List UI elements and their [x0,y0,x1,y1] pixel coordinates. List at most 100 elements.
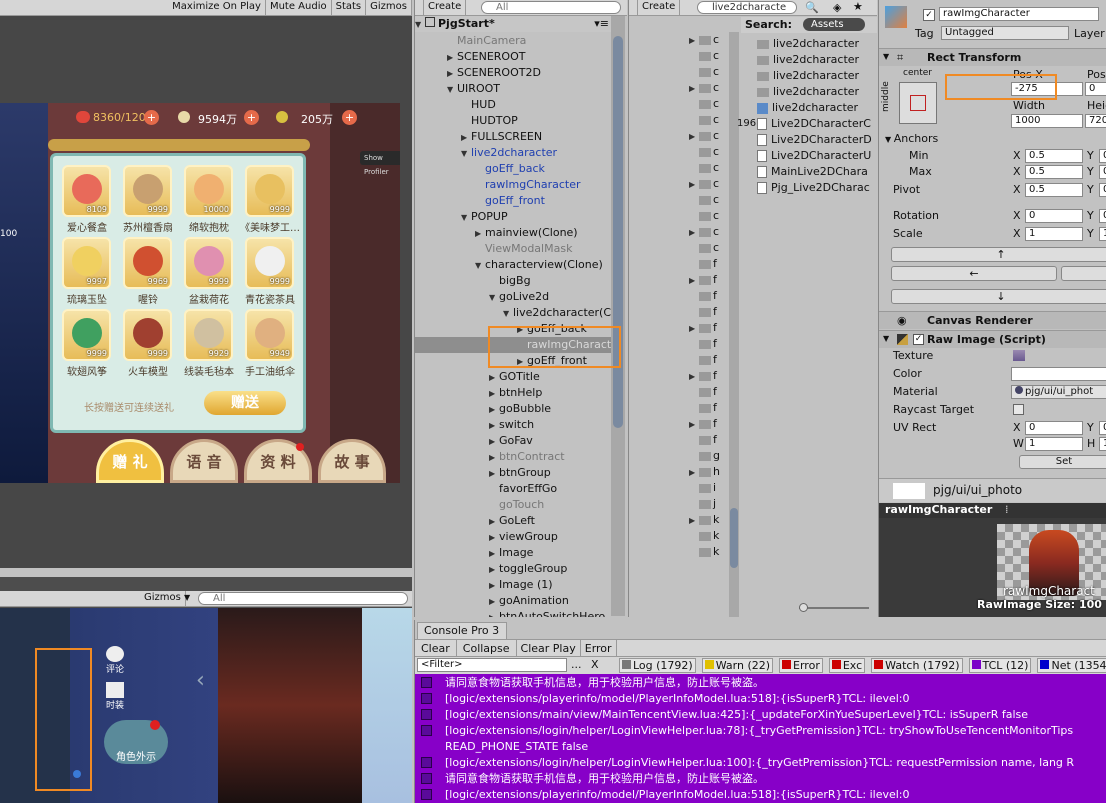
hierarchy-item[interactable]: ▼ live2dcharacter [415,145,611,161]
hierarchy-item[interactable]: ▶ btnHelp [415,385,611,401]
anchors-foldout[interactable]: ▼ Anchors [885,132,938,145]
console-filter-input[interactable]: <Filter> [417,658,567,672]
preview-dots-icon[interactable]: ⁞ [1005,503,1009,516]
hierarchy-item[interactable]: ▶ Image [415,545,611,561]
hierarchy-foldout-icon[interactable]: ▼ [475,258,485,274]
gift-item[interactable]: 9997 [62,237,111,289]
hierarchy-item[interactable]: ▶ switch [415,417,611,433]
hierarchy-item[interactable]: ▶ viewGroup [415,529,611,545]
search-result-item[interactable]: MainLive2DChara [741,164,877,180]
folder-foldout-icon[interactable]: ▶ [689,465,699,481]
console-count-toggle[interactable]: Watch (1792) [871,658,963,673]
add-currency-1-button[interactable]: + [144,110,159,125]
folder-foldout-icon[interactable]: ▶ [689,369,699,385]
gift-item[interactable]: 9969 [123,237,172,289]
console-count-toggle[interactable]: Net (1354) [1037,658,1106,673]
hierarchy-item[interactable]: ▼ POPUP [415,209,611,225]
folder-foldout-icon[interactable]: ▶ [689,81,699,97]
project-search-input[interactable]: live2dcharacte [697,1,797,14]
texture-field[interactable] [1013,350,1025,361]
hierarchy-foldout-icon[interactable]: ▶ [489,594,499,610]
hierarchy-item[interactable]: favorEffGo [415,481,611,497]
hierarchy-foldout-icon[interactable]: ▶ [489,402,499,418]
project-folder[interactable]: ▶ f [689,368,717,384]
project-folder[interactable]: ▶ c [689,176,719,192]
hierarchy-item[interactable]: ▼ UIROOT [415,81,611,97]
project-folder[interactable]: f [689,400,717,416]
project-create-button[interactable]: Create [637,0,681,15]
hierarchy-item[interactable]: ▶ btnContract [415,449,611,465]
hierarchy-search-input[interactable]: All [481,1,621,14]
gift-item[interactable]: 9999 [62,309,111,361]
vector-x-field[interactable]: 0 [1025,209,1083,223]
maximize-on-play-button[interactable]: Maximize On Play [168,0,266,15]
project-folder[interactable]: ▶ f [689,320,717,336]
comment-icon[interactable] [106,646,124,662]
hierarchy-item[interactable]: ▶ FULLSCREEN [415,129,611,145]
hierarchy-item[interactable]: ▶ GOTitle [415,369,611,385]
anchor-preset-button[interactable] [899,82,937,124]
hierarchy-item[interactable]: ▶ SCENEROOT2D [415,65,611,81]
hierarchy-foldout-icon[interactable]: ▶ [461,130,471,146]
hierarchy-foldout-icon[interactable]: ▼ [489,290,499,306]
hierarchy-item[interactable]: bigBg [415,273,611,289]
vector-x-field[interactable]: 1 [1025,227,1083,241]
hierarchy-foldout-icon[interactable]: ▶ [489,578,499,594]
raycast-checkbox[interactable] [1013,404,1024,415]
hierarchy-foldout-icon[interactable]: ▶ [447,66,457,82]
console-count-toggle[interactable]: TCL (12) [968,658,1032,673]
gift-tab[interactable]: 赠 礼 [96,439,164,483]
hierarchy-create-button[interactable]: Create [423,0,467,15]
project-folder[interactable]: k [689,528,719,544]
vector-x-field[interactable]: 0.5 [1025,165,1083,179]
hierarchy-item[interactable]: ▶ SCENEROOT [415,49,611,65]
console-collapse-button[interactable]: Collapse [457,640,517,657]
hierarchy-item[interactable]: ▶ goAnimation [415,593,611,609]
project-lock-icon[interactable]: 🔍 [805,1,819,14]
vector-y-field[interactable]: 0 [1099,165,1106,179]
vector-y-field[interactable]: 0 [1099,149,1106,163]
add-currency-3-button[interactable]: + [342,110,357,125]
console-filter-clear-button[interactable]: X [591,658,599,671]
scene-gizmos-dropdown-icon[interactable]: ▼ [184,593,190,602]
hierarchy-foldout-icon[interactable]: ▶ [489,562,499,578]
project-folder[interactable]: f [689,432,717,448]
hierarchy-item[interactable]: goEff_front [415,193,611,209]
gizmos-button[interactable]: Gizmos [366,0,412,15]
hierarchy-item[interactable]: ▶ Image (1) [415,577,611,593]
hierarchy-item[interactable]: MainCamera [415,33,611,49]
gift-item[interactable]: 9999 [123,165,172,217]
project-folder[interactable]: f [689,288,717,304]
gift-tab[interactable]: 故 事 [318,439,386,483]
hierarchy-item[interactable]: goTouch [415,497,611,513]
mute-audio-button[interactable]: Mute Audio [266,0,332,15]
project-folder[interactable]: c [689,160,719,176]
scene-search-input[interactable]: All [198,592,408,605]
nudge-right-button[interactable] [1061,266,1106,281]
nudge-up-button[interactable]: ↑ [891,247,1106,262]
hierarchy-item[interactable]: ▶ mainview(Clone) [415,225,611,241]
folder-foldout-icon[interactable]: ▶ [689,513,699,529]
rect-transform-header[interactable]: ▼ ⌗ Rect Transform [879,48,1106,66]
project-folder[interactable]: c [689,96,719,112]
gift-item[interactable]: 9999 [184,237,233,289]
hierarchy-item[interactable]: ▼ goLive2d [415,289,611,305]
hierarchy-item[interactable]: HUDTOP [415,113,611,129]
project-folder[interactable]: c [689,64,719,80]
project-left-scroll-thumb[interactable] [730,508,738,568]
project-folder[interactable]: ▶ f [689,272,717,288]
width-field[interactable]: 1000 [1011,114,1083,128]
project-folder[interactable]: c [689,192,719,208]
hierarchy-foldout-icon[interactable]: ▶ [489,434,499,450]
console-count-toggle[interactable]: Warn (22) [701,658,774,673]
vector-y-field[interactable]: 0 [1099,421,1106,435]
folder-foldout-icon[interactable]: ▶ [689,33,699,49]
hierarchy-foldout-icon[interactable]: ▶ [489,530,499,546]
hierarchy-item[interactable]: ▶ toggleGroup [415,561,611,577]
zoom-slider[interactable] [799,603,869,612]
console-clear-button[interactable]: Clear [415,640,457,657]
console-count-toggle[interactable]: Error [779,658,823,673]
gift-item[interactable]: 9929 [184,309,233,361]
project-star-icon[interactable]: ★ [853,0,863,13]
project-folder[interactable]: i [689,480,716,496]
